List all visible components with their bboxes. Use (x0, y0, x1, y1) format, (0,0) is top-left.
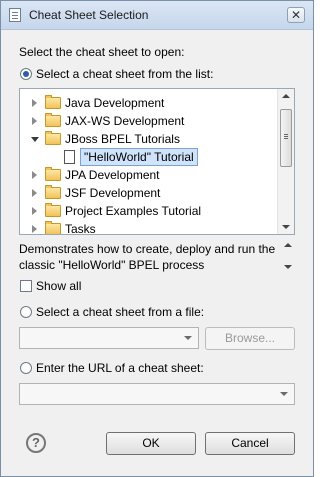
window-title: Cheat Sheet Selection (29, 8, 149, 22)
cancel-button[interactable]: Cancel (205, 432, 295, 455)
scroll-up-arrow-icon[interactable] (284, 243, 292, 247)
folder-icon (45, 113, 61, 127)
url-option-radio[interactable] (20, 362, 32, 374)
grip-icon (284, 134, 288, 135)
tree-item-label[interactable]: JSF Development (65, 186, 160, 200)
show-all-label[interactable]: Show all (36, 279, 81, 293)
folder-icon (45, 185, 61, 199)
cheat-sheet-description: Demonstrates how to create, deploy and r… (19, 242, 276, 272)
url-option-label[interactable]: Enter the URL of a cheat sheet: (36, 361, 204, 375)
tree-item-label[interactable]: Project Examples Tutorial (65, 204, 201, 218)
list-option-label[interactable]: Select a cheat sheet from the list: (36, 67, 213, 81)
cheat-sheet-selection-dialog: Cheat Sheet Selection ✕ Select the cheat… (0, 0, 314, 477)
tree-item-label[interactable]: Tasks (65, 222, 96, 234)
chevron-down-icon[interactable] (280, 392, 288, 396)
folder-icon (45, 95, 61, 109)
folder-icon (45, 167, 61, 181)
folder-open-icon (45, 131, 61, 145)
browse-button[interactable]: Browse... (205, 327, 295, 350)
expand-arrow-icon[interactable] (32, 189, 37, 197)
close-button[interactable]: ✕ (287, 7, 305, 23)
description-scrollbar[interactable] (281, 239, 295, 273)
cheat-sheet-icon (9, 8, 21, 22)
file-path-combo[interactable] (19, 327, 199, 349)
file-option-label[interactable]: Select a cheat sheet from a file: (36, 305, 204, 319)
show-all-checkbox[interactable] (20, 280, 32, 292)
tree-item-label[interactable]: JBoss BPEL Tutorials (65, 132, 180, 146)
chevron-down-icon[interactable] (184, 336, 192, 340)
tree-item[interactable]: Tasks (20, 220, 278, 234)
url-combo[interactable] (19, 383, 295, 405)
collapse-arrow-icon[interactable] (31, 137, 39, 142)
tree-item-label[interactable]: Java Development (65, 96, 164, 110)
file-option-radio[interactable] (20, 306, 32, 318)
expand-arrow-icon[interactable] (32, 117, 37, 125)
list-option-radio[interactable] (20, 68, 32, 80)
expand-arrow-icon[interactable] (32, 207, 37, 215)
tree-item-label[interactable]: JAX-WS Development (65, 114, 184, 128)
scroll-up-arrow-icon[interactable] (282, 94, 290, 98)
tree-item[interactable]: JSF Development (20, 184, 278, 202)
scroll-thumb[interactable] (280, 109, 292, 167)
tree-scrollbar[interactable] (277, 89, 294, 234)
expand-arrow-icon[interactable] (32, 99, 37, 107)
document-icon (64, 150, 75, 164)
tree-item-selected[interactable]: "HelloWorld" Tutorial (20, 148, 278, 166)
tree-item[interactable]: Project Examples Tutorial (20, 202, 278, 220)
expand-arrow-icon[interactable] (32, 225, 37, 233)
title-bar: Cheat Sheet Selection ✕ (1, 1, 313, 30)
folder-icon (45, 221, 61, 234)
scroll-down-arrow-icon[interactable] (284, 265, 292, 269)
scroll-down-arrow-icon[interactable] (282, 225, 290, 229)
help-icon[interactable]: ? (26, 433, 46, 453)
tree-item[interactable]: JPA Development (20, 166, 278, 184)
cheat-sheet-tree[interactable]: Java Development JAX-WS Development JBos… (19, 88, 295, 235)
tree-item[interactable]: Java Development (20, 94, 278, 112)
tree-item-label[interactable]: JPA Development (65, 168, 160, 182)
folder-icon (45, 203, 61, 217)
expand-arrow-icon[interactable] (32, 171, 37, 179)
ok-button[interactable]: OK (106, 432, 196, 455)
tree-item[interactable]: JBoss BPEL Tutorials (20, 130, 278, 148)
tree-item[interactable]: JAX-WS Development (20, 112, 278, 130)
tree-item-label[interactable]: "HelloWorld" Tutorial (80, 148, 198, 166)
intro-label: Select the cheat sheet to open: (19, 45, 185, 59)
